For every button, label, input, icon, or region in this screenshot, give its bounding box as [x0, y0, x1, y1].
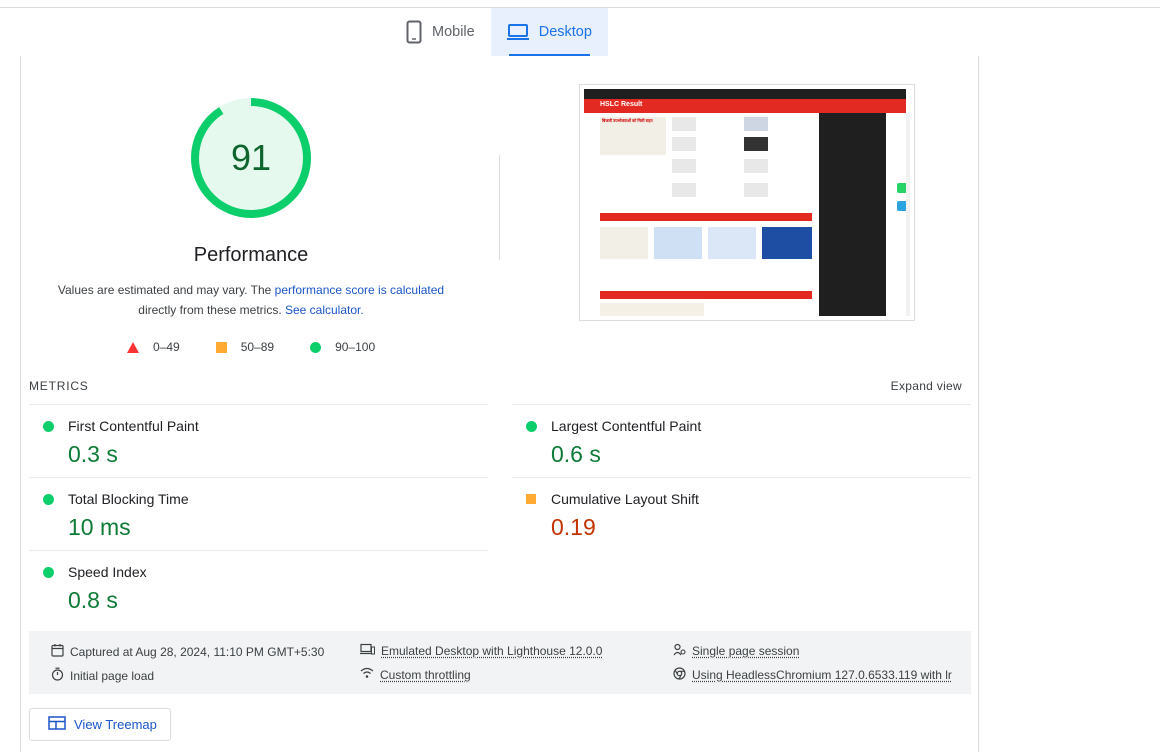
- info-session: Single page session: [673, 643, 799, 659]
- calendar-icon: [51, 643, 64, 660]
- ss-thumb-7: [672, 183, 696, 197]
- metric-tbt-value: 10 ms: [68, 514, 131, 541]
- info-captured: Captured at Aug 28, 2024, 11:10 PM GMT+5…: [51, 643, 324, 660]
- metric-lcp: Largest Contentful Paint 0.6 s: [512, 404, 971, 477]
- view-treemap-label: View Treemap: [74, 717, 157, 732]
- ss-thumb-4: [744, 137, 768, 151]
- performance-score: 91: [190, 97, 312, 219]
- device-tabs: Mobile Desktop: [390, 8, 608, 56]
- pass-circle-icon: [43, 567, 54, 578]
- metric-fcp: First Contentful Paint 0.3 s: [29, 404, 488, 477]
- devices-icon: [360, 643, 375, 659]
- see-calculator-link[interactable]: See calculator.: [285, 303, 364, 317]
- triangle-icon: [127, 342, 139, 353]
- legend-pass-label: 90–100: [335, 340, 375, 354]
- info-throttling: Custom throttling: [360, 667, 471, 682]
- captured-text: Captured at Aug 28, 2024, 11:10 PM GMT+5…: [70, 645, 324, 659]
- performance-gauge: 91: [190, 97, 312, 219]
- ss-card-1: [600, 227, 648, 259]
- ss-thumb-2: [744, 117, 768, 131]
- throttling-text[interactable]: Custom throttling: [380, 668, 471, 682]
- ss-section-bar-2: [600, 291, 812, 299]
- ss-headline: बिजली उपभोक्ताओं को मिली राहत: [602, 118, 664, 123]
- legend-fail: 0–49: [127, 340, 180, 354]
- chrome-icon: [673, 667, 686, 683]
- metric-cls-name: Cumulative Layout Shift: [551, 491, 699, 507]
- runtime-info: Captured at Aug 28, 2024, 11:10 PM GMT+5…: [29, 631, 971, 694]
- final-screenshot[interactable]: HSLC Result बिजली उपभोक्ताओं को मिली राह…: [579, 84, 915, 321]
- metric-cls: Cumulative Layout Shift 0.19: [512, 477, 971, 550]
- ss-sidebar: [819, 113, 886, 316]
- emulated-text[interactable]: Emulated Desktop with Lighthouse 12.0.0: [381, 644, 602, 658]
- metric-fcp-name: First Contentful Paint: [68, 418, 199, 434]
- legend-average-label: 50–89: [241, 340, 274, 354]
- initial-load-text: Initial page load: [70, 669, 154, 683]
- metric-tbt-name: Total Blocking Time: [68, 491, 189, 507]
- person-icon: [673, 643, 686, 659]
- performance-description: Values are estimated and may vary. The p…: [50, 280, 452, 320]
- ss-thumb-6: [744, 159, 768, 173]
- metric-si-name: Speed Index: [68, 564, 147, 580]
- metric-si-value: 0.8 s: [68, 587, 118, 614]
- ss-scrollbar: [906, 113, 910, 316]
- ss-section-bar-1: [600, 213, 812, 221]
- circle-icon: [310, 342, 321, 353]
- ss-card-5: [600, 303, 704, 316]
- session-text[interactable]: Single page session: [692, 644, 799, 658]
- view-treemap-button[interactable]: View Treemap: [29, 708, 171, 741]
- ss-card-2: [654, 227, 702, 259]
- ss-thumb-1: [672, 117, 696, 131]
- info-emulated: Emulated Desktop with Lighthouse 12.0.0: [360, 643, 602, 659]
- metric-si: Speed Index 0.8 s: [29, 550, 488, 623]
- average-square-icon: [526, 494, 536, 504]
- wifi-icon: [360, 667, 374, 682]
- pass-circle-icon: [526, 421, 537, 432]
- metric-lcp-value: 0.6 s: [551, 441, 601, 468]
- vertical-divider: [499, 155, 500, 260]
- laptop-icon: [507, 23, 529, 41]
- tab-desktop-label: Desktop: [539, 24, 592, 40]
- ss-thumb-5: [672, 159, 696, 173]
- browser-text[interactable]: Using HeadlessChromium 127.0.6533.119 wi…: [692, 668, 952, 682]
- ss-thumb-8: [744, 183, 768, 197]
- desc-text-1: Values are estimated and may vary. The: [58, 283, 275, 297]
- tab-desktop[interactable]: Desktop: [491, 8, 608, 56]
- score-calculated-link[interactable]: performance score is calculated: [275, 283, 444, 297]
- metric-cls-value: 0.19: [551, 514, 596, 541]
- ss-card-4: [762, 227, 812, 259]
- info-initial-load: Initial page load: [51, 667, 154, 684]
- expand-view-button[interactable]: Expand view: [891, 379, 962, 393]
- pass-circle-icon: [43, 421, 54, 432]
- smartphone-icon: [406, 20, 422, 44]
- metric-tbt: Total Blocking Time 10 ms: [29, 477, 488, 550]
- ss-site-title: HSLC Result: [600, 101, 642, 108]
- metrics-heading: METRICS: [29, 379, 89, 393]
- legend-average: 50–89: [216, 340, 274, 354]
- metric-lcp-name: Largest Contentful Paint: [551, 418, 701, 434]
- metric-fcp-value: 0.3 s: [68, 441, 118, 468]
- square-icon: [216, 342, 227, 353]
- legend-fail-label: 0–49: [153, 340, 180, 354]
- info-browser: Using HeadlessChromium 127.0.6533.119 wi…: [673, 667, 952, 683]
- performance-title: Performance: [150, 244, 352, 267]
- tab-mobile[interactable]: Mobile: [390, 8, 491, 56]
- tab-mobile-label: Mobile: [432, 24, 475, 40]
- ss-card-3: [708, 227, 756, 259]
- screenshot-content: HSLC Result बिजली उपभोक्ताओं को मिली राह…: [584, 89, 910, 316]
- ss-topbar: [584, 89, 906, 99]
- pass-circle-icon: [43, 494, 54, 505]
- legend-pass: 90–100: [310, 340, 375, 354]
- treemap-icon: [48, 716, 66, 733]
- ss-thumb-3: [672, 137, 696, 151]
- desc-text-2: directly from these metrics.: [138, 303, 285, 317]
- score-legend: 0–49 50–89 90–100: [127, 340, 411, 354]
- timer-icon: [51, 667, 64, 684]
